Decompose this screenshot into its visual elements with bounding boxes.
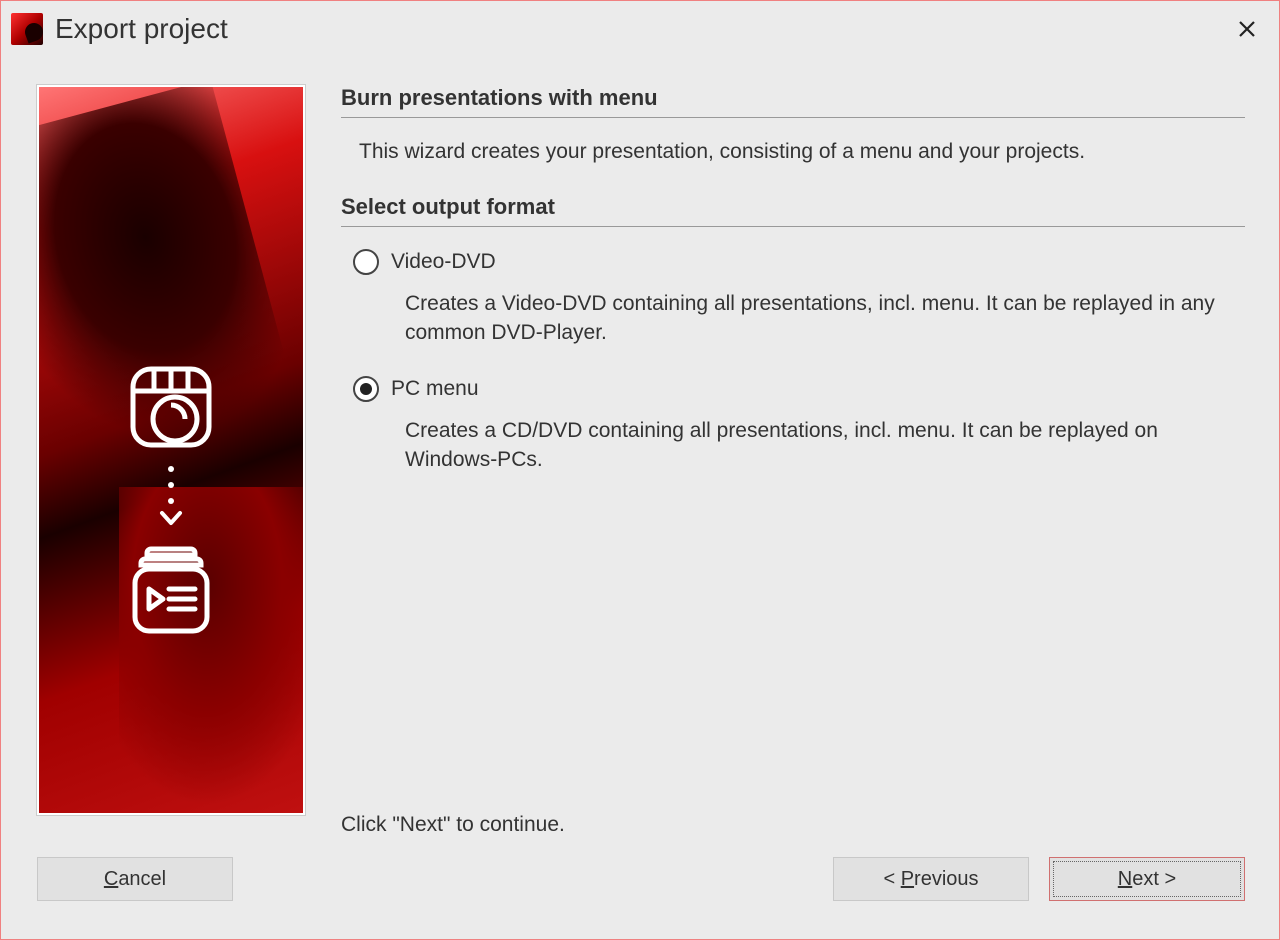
main-panel: Burn presentations with menu This wizard… bbox=[305, 85, 1245, 857]
radio-video-dvd[interactable]: Video-DVD bbox=[353, 249, 1245, 275]
radio-label-video-dvd: Video-DVD bbox=[391, 250, 496, 274]
previous-button[interactable]: < Previous bbox=[833, 857, 1029, 901]
section-heading-burn: Burn presentations with menu bbox=[341, 85, 1245, 118]
next-button[interactable]: Next > bbox=[1049, 857, 1245, 901]
output-format-group: Video-DVD Creates a Video-DVD containing… bbox=[341, 249, 1245, 503]
close-button[interactable] bbox=[1227, 9, 1267, 49]
arrow-down-icon bbox=[156, 457, 186, 537]
button-bar: Cancel < Previous Next > bbox=[1, 857, 1279, 927]
radio-pc-menu[interactable]: PC menu bbox=[353, 376, 1245, 402]
disc-source-icon bbox=[121, 357, 221, 457]
radio-desc-pc-menu: Creates a CD/DVD containing all presenta… bbox=[353, 416, 1245, 475]
radio-indicator bbox=[353, 376, 379, 402]
continue-hint: Click "Next" to continue. bbox=[341, 813, 1245, 837]
window-title: Export project bbox=[55, 13, 1227, 45]
menu-target-icon bbox=[121, 537, 221, 647]
content-area: Burn presentations with menu This wizard… bbox=[1, 57, 1279, 857]
cancel-button[interactable]: Cancel bbox=[37, 857, 233, 901]
cancel-label: ancel bbox=[118, 868, 166, 890]
title-bar: Export project bbox=[1, 1, 1279, 57]
app-icon bbox=[11, 13, 43, 45]
close-icon bbox=[1238, 20, 1256, 38]
radio-indicator bbox=[353, 249, 379, 275]
intro-text: This wizard creates your presentation, c… bbox=[341, 140, 1245, 164]
radio-desc-video-dvd: Creates a Video-DVD containing all prese… bbox=[353, 289, 1245, 348]
radio-label-pc-menu: PC menu bbox=[391, 377, 479, 401]
wizard-side-image bbox=[37, 85, 305, 815]
next-label: ext bbox=[1132, 868, 1159, 890]
section-heading-format: Select output format bbox=[341, 194, 1245, 227]
previous-label: revious bbox=[914, 868, 978, 890]
